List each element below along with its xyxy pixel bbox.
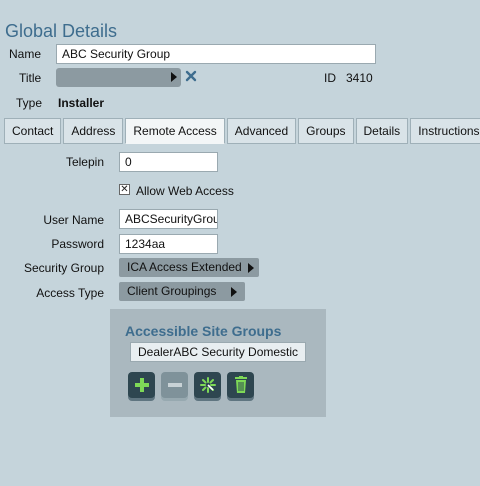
site-group-item[interactable]: DealerABC Security Domestic bbox=[130, 342, 307, 362]
clear-icon[interactable] bbox=[185, 69, 197, 83]
access-type-value: Client Groupings bbox=[127, 284, 217, 298]
security-group-value: ICA Access Extended bbox=[127, 260, 242, 274]
tab-remote-access[interactable]: Remote Access bbox=[125, 118, 225, 144]
security-group-label: Security Group bbox=[23, 261, 104, 275]
type-label: Type bbox=[16, 96, 43, 110]
password-label: Password bbox=[51, 237, 104, 251]
site-groups-title: Accessible Site Groups bbox=[125, 323, 282, 339]
tab-bar: Contact Address Remote Access Advanced G… bbox=[4, 118, 480, 144]
name-label: Name bbox=[9, 47, 42, 61]
remove-icon bbox=[167, 383, 182, 387]
select-site-group-button[interactable] bbox=[194, 372, 221, 398]
allow-web-access-checkbox[interactable]: ✕ bbox=[119, 184, 130, 195]
tab-contact[interactable]: Contact bbox=[4, 118, 62, 144]
remove-site-group-button[interactable] bbox=[161, 372, 188, 398]
telepin-label: Telepin bbox=[65, 155, 104, 169]
add-icon bbox=[134, 378, 149, 392]
password-field[interactable]: 1234aa bbox=[119, 234, 218, 254]
access-type-label: Access Type bbox=[36, 286, 104, 300]
sparkle-icon bbox=[199, 377, 216, 393]
chevron-right-icon bbox=[171, 72, 177, 82]
username-label: User Name bbox=[43, 213, 104, 227]
title-label: Title bbox=[19, 71, 42, 85]
security-group-select[interactable]: ICA Access Extended bbox=[119, 258, 259, 277]
type-value: Installer bbox=[58, 96, 105, 110]
tab-advanced[interactable]: Advanced bbox=[226, 118, 297, 144]
add-site-group-button[interactable] bbox=[128, 372, 155, 398]
access-type-select[interactable]: Client Groupings bbox=[119, 282, 245, 301]
tab-instructions[interactable]: Instructions bbox=[410, 118, 480, 144]
title-select[interactable] bbox=[56, 68, 181, 87]
page-title: Global Details bbox=[5, 21, 118, 41]
id-label: ID bbox=[324, 71, 336, 85]
delete-site-group-button[interactable] bbox=[227, 372, 254, 398]
chevron-right-icon bbox=[247, 262, 254, 273]
username-field[interactable]: ABCSecurityGrou bbox=[119, 209, 218, 229]
tab-address[interactable]: Address bbox=[63, 118, 124, 144]
tab-details[interactable]: Details bbox=[355, 118, 409, 144]
allow-web-access-label: Allow Web Access bbox=[136, 184, 234, 198]
name-field[interactable]: ABC Security Group bbox=[56, 44, 376, 64]
chevron-right-icon bbox=[231, 286, 237, 297]
telepin-field[interactable]: 0 bbox=[119, 152, 218, 172]
tab-groups[interactable]: Groups bbox=[298, 118, 354, 144]
id-value: 3410 bbox=[346, 71, 373, 85]
trash-icon bbox=[234, 376, 247, 393]
